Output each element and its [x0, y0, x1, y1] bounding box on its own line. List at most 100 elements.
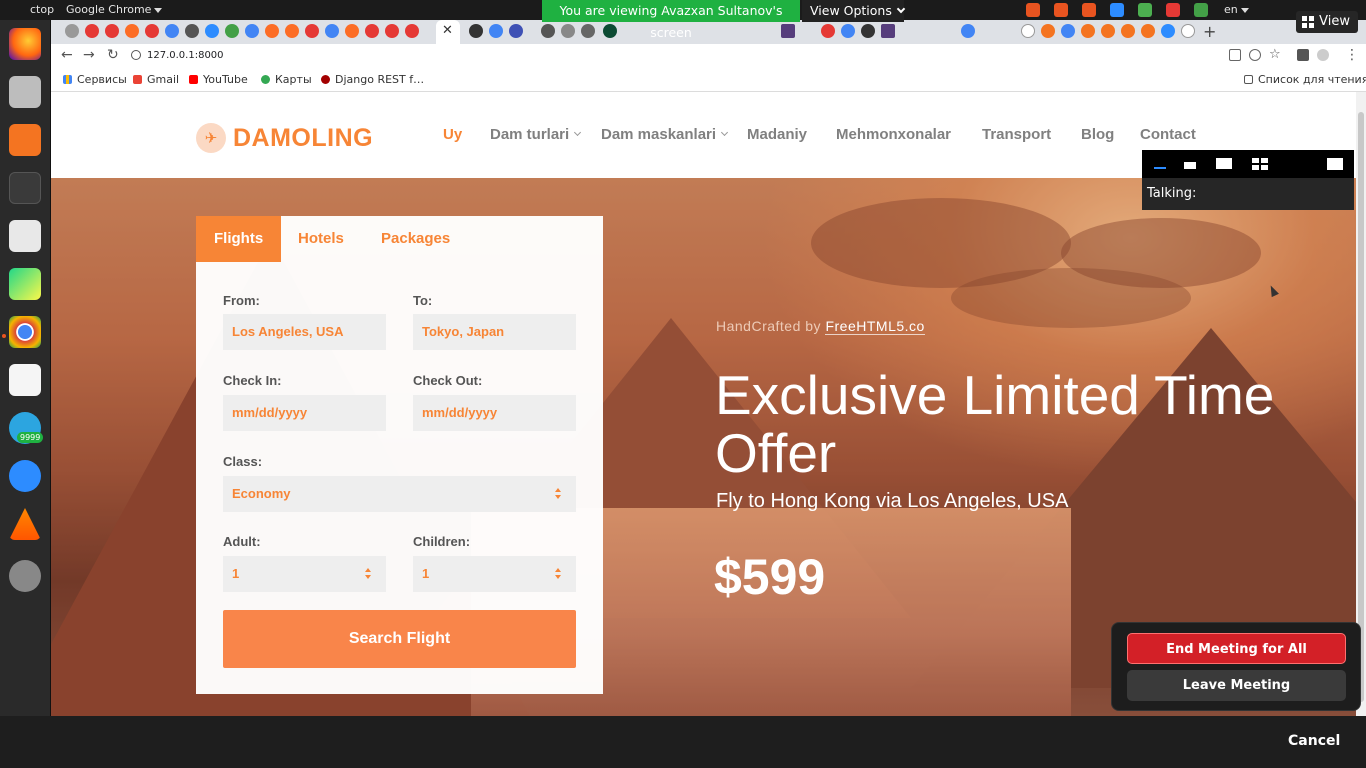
browser-tab[interactable]	[581, 24, 595, 38]
nav-item-dam-turlari[interactable]: Dam turlari	[490, 126, 582, 143]
firefox-icon[interactable]	[9, 28, 41, 60]
shield-tray-icon[interactable]	[1194, 3, 1208, 17]
vlc-icon[interactable]	[9, 508, 41, 540]
browser-tab[interactable]	[1081, 24, 1095, 38]
chrome-tray-icon[interactable]	[1138, 3, 1152, 17]
browser-tab[interactable]	[165, 24, 179, 38]
extensions-icon[interactable]	[1297, 49, 1309, 61]
reading-list-button[interactable]: Список для чтения	[1244, 73, 1366, 86]
vlc-tray-icon[interactable]	[1082, 3, 1096, 17]
browser-tab[interactable]	[603, 24, 617, 38]
grid-layout-icon[interactable]	[1252, 158, 1268, 170]
checkout-field[interactable]: mm/dd/yyyy	[413, 395, 576, 431]
browser-tab[interactable]	[1141, 24, 1155, 38]
browser-tab-active[interactable]: ✕	[436, 20, 460, 44]
browser-tab[interactable]	[185, 24, 199, 38]
browser-tab[interactable]	[469, 24, 483, 38]
browser-tab[interactable]	[541, 24, 555, 38]
zoom-magnifier-icon[interactable]	[1249, 49, 1261, 61]
bookmark-django-rest[interactable]: Django REST f…	[321, 73, 424, 86]
browser-tab[interactable]	[489, 24, 503, 38]
vlc-tray-icon[interactable]	[1026, 3, 1040, 17]
checkin-field[interactable]: mm/dd/yyyy	[223, 395, 386, 431]
new-tab-button[interactable]: +	[1203, 22, 1216, 41]
profile-avatar-icon[interactable]	[1317, 49, 1329, 61]
tab-flights[interactable]: Flights	[196, 216, 282, 262]
back-icon[interactable]: ←	[61, 47, 73, 63]
app-menu[interactable]: Google Chrome	[66, 3, 163, 16]
credit-link[interactable]: FreeHTML5.co	[825, 318, 925, 335]
vlc-tray-icon[interactable]	[1054, 3, 1068, 17]
browser-tab[interactable]	[85, 24, 99, 38]
browser-tab[interactable]	[1121, 24, 1135, 38]
files-icon[interactable]	[9, 76, 41, 108]
browser-tab[interactable]	[205, 24, 219, 38]
software-store-icon[interactable]	[9, 124, 41, 156]
browser-tab[interactable]	[1101, 24, 1115, 38]
browser-tab[interactable]	[245, 24, 259, 38]
more-menu-icon[interactable]: ⋮	[1345, 47, 1359, 63]
nav-item-dam-maskanlari[interactable]: Dam maskanlari	[601, 126, 729, 143]
browser-tab[interactable]	[509, 24, 523, 38]
bookmark-maps[interactable]: Карты	[261, 73, 312, 86]
to-field[interactable]: Tokyo, Japan	[413, 314, 576, 350]
site-info-icon[interactable]	[131, 50, 141, 60]
nav-item-blog[interactable]: Blog	[1081, 126, 1114, 143]
browser-tab[interactable]	[365, 24, 379, 38]
browser-tab[interactable]	[1041, 24, 1055, 38]
reload-icon[interactable]: ↻	[107, 47, 119, 63]
browser-tab[interactable]	[105, 24, 119, 38]
browser-tab[interactable]	[145, 24, 159, 38]
nav-item-contact[interactable]: Contact	[1140, 126, 1196, 143]
pycharm-icon[interactable]	[9, 268, 41, 300]
browser-tab[interactable]	[325, 24, 339, 38]
side-by-side-icon[interactable]	[1327, 158, 1343, 170]
document-viewer-icon[interactable]	[9, 364, 41, 396]
class-select[interactable]: Economy	[223, 476, 576, 512]
bookmark-youtube[interactable]: YouTube	[189, 73, 248, 86]
nav-item-mehmonxonalar[interactable]: Mehmonxonalar	[836, 126, 951, 143]
close-tab-icon[interactable]: ✕	[442, 23, 453, 38]
browser-tab[interactable]	[841, 24, 855, 38]
view-options-button[interactable]: View Options	[802, 0, 906, 22]
browser-tab[interactable]	[861, 24, 875, 38]
browser-tab[interactable]	[561, 24, 575, 38]
bookmark-gmail[interactable]: Gmail	[133, 73, 179, 86]
browser-tab[interactable]	[65, 24, 79, 38]
bookmark-star-icon[interactable]: ☆	[1269, 47, 1281, 62]
browser-tab[interactable]	[1181, 24, 1195, 38]
adult-select[interactable]: 1	[223, 556, 386, 592]
view-button[interactable]: View	[1296, 11, 1358, 33]
text-editor-icon[interactable]	[9, 220, 41, 252]
browser-tab[interactable]	[1021, 24, 1035, 38]
browser-tab[interactable]	[961, 24, 975, 38]
site-logo[interactable]: ✈ DAMOLING	[196, 122, 373, 154]
browser-tab[interactable]	[1061, 24, 1075, 38]
browser-tab[interactable]	[821, 24, 835, 38]
browser-tab[interactable]	[385, 24, 399, 38]
language-indicator[interactable]: en	[1224, 3, 1249, 16]
gallery-layout-icon[interactable]	[1216, 158, 1232, 169]
minimize-layout-icon[interactable]	[1154, 167, 1166, 169]
chrome-icon[interactable]	[9, 316, 41, 348]
cancel-button[interactable]: Cancel	[1288, 733, 1340, 749]
terminal-icon[interactable]	[9, 172, 41, 204]
browser-tab[interactable]	[881, 24, 895, 38]
nav-item-uy[interactable]: Uy	[443, 126, 462, 143]
browser-tab[interactable]	[285, 24, 299, 38]
browser-tab[interactable]	[1161, 24, 1175, 38]
activities-button[interactable]: ctop	[30, 3, 54, 16]
search-flight-button[interactable]: Search Flight	[223, 610, 576, 668]
translate-icon[interactable]	[1229, 49, 1241, 61]
browser-tab[interactable]	[265, 24, 279, 38]
browser-tab[interactable]	[405, 24, 419, 38]
zoom-icon[interactable]	[9, 460, 41, 492]
browser-tab[interactable]	[225, 24, 239, 38]
from-field[interactable]: Los Angeles, USA	[223, 314, 386, 350]
speaker-layout-icon[interactable]	[1184, 162, 1196, 169]
tab-packages[interactable]: Packages	[381, 216, 450, 262]
leave-meeting-button[interactable]: Leave Meeting	[1127, 670, 1346, 701]
browser-tab[interactable]	[125, 24, 139, 38]
address-bar[interactable]: 127.0.0.1:8000	[131, 47, 1211, 65]
browser-tab[interactable]	[345, 24, 359, 38]
